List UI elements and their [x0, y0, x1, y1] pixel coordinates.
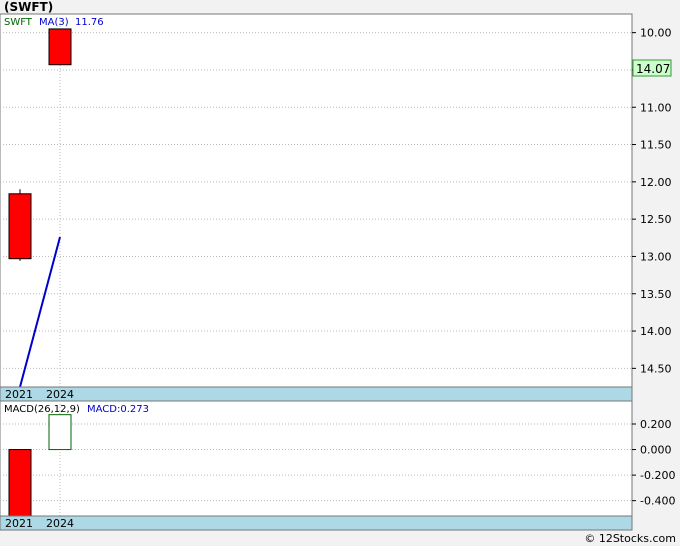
- stock-chart: (SWFT) 14.50 14.00 13.50 13.00 12.50 12.00 11.…: [0, 0, 676, 545]
- price-y-tick-label: 14.50: [640, 362, 672, 375]
- macd-y-tick-label: 0.000: [640, 444, 672, 457]
- macd-bar: [48, 414, 72, 451]
- macd-y-tick-label: -0.200: [640, 469, 675, 482]
- macd-legend-value: MACD:0.273: [87, 404, 149, 415]
- chart-title: (SWFT): [4, 0, 53, 14]
- price-y-tick-label: 11.50: [640, 139, 672, 152]
- price-x-axis-band: [0, 386, 633, 402]
- macd-panel: 0.200 0.000 -0.200 -0.400 MACD(26,12,9) MAC…: [0, 400, 675, 531]
- price-y-tick-label: 10.00: [640, 27, 672, 40]
- price-y-tick-label: 13.00: [640, 250, 672, 263]
- macd-x-axis-band: [0, 515, 633, 531]
- footer-copyright: © 12Stocks.com: [584, 532, 676, 545]
- price-y-tick-label: 13.50: [640, 288, 672, 301]
- candle-body: [8, 193, 32, 260]
- legend-ma-label: MA(3): [39, 17, 69, 28]
- legend-ticker: SWFT: [4, 17, 33, 28]
- legend-ma-value: 11.76: [75, 17, 104, 28]
- price-panel: 14.50 14.00 13.50 13.00 12.50 12.00 11.50 11.00…: [0, 13, 672, 402]
- macd-y-tick-label: -0.400: [640, 495, 675, 508]
- macd-plot-area: [0, 400, 633, 517]
- price-y-tick-label: 12.50: [640, 213, 672, 226]
- macd-x-tick-2021: 2021: [5, 517, 33, 530]
- price-y-tick-labels: 14.50 14.00 13.50 13.00 12.50 12.00 11.50 11.00…: [632, 27, 672, 375]
- price-y-tick-label: 11.00: [640, 101, 672, 114]
- price-y-tick-label: 12.00: [640, 176, 672, 189]
- macd-y-tick-labels: 0.200 0.000 -0.200 -0.400: [632, 418, 675, 508]
- macd-x-tick-2024: 2024: [46, 517, 74, 530]
- last-price-label: 14.07: [636, 62, 670, 76]
- macd-y-tick-label: 0.200: [640, 418, 672, 431]
- candle-body: [48, 28, 72, 66]
- price-x-tick-2021: 2021: [5, 388, 33, 401]
- macd-legend-label: MACD(26,12,9): [4, 404, 80, 415]
- macd-bar: [8, 449, 32, 517]
- price-x-tick-2024: 2024: [46, 388, 74, 401]
- chart-stage: (SWFT) 14.50 14.00 13.50 13.00 12.50 12.00 11.…: [0, 0, 680, 546]
- price-y-tick-label: 14.00: [640, 325, 672, 338]
